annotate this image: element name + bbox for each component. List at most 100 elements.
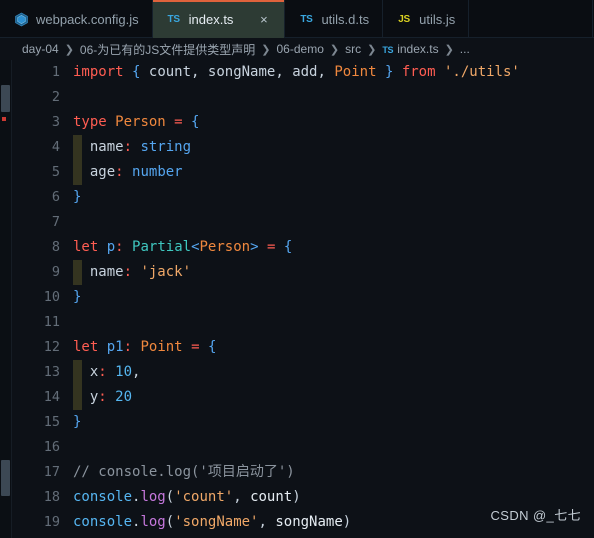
code-token: p [106, 239, 116, 255]
code-token: add [292, 64, 318, 80]
code-token: log [140, 514, 166, 530]
typescript-icon: TS [382, 42, 393, 56]
breadcrumb-item[interactable]: ... [460, 42, 470, 56]
code-line[interactable]: 13 x: 10, [12, 360, 594, 385]
code-token: } [73, 414, 82, 430]
code-line[interactable]: 7 [12, 210, 594, 235]
code-line[interactable]: 1 import { count, songName, add, Point } … [12, 60, 594, 85]
code-token: Point [334, 64, 377, 80]
line-content: type Person = { [73, 110, 199, 135]
code-line[interactable]: 17 // console.log('项目启动了') [12, 460, 594, 485]
code-token: Point [140, 339, 183, 355]
line-content: name: string [73, 135, 191, 160]
code-line[interactable]: 15} [12, 410, 594, 435]
code-token: console [73, 514, 133, 530]
javascript-icon: JS [396, 11, 412, 27]
code-line[interactable]: 9 name: 'jack' [12, 260, 594, 285]
code-token: songName [275, 514, 343, 530]
code-line[interactable]: 14 y: 20 [12, 385, 594, 410]
breadcrumb-item[interactable]: day-04 [22, 42, 59, 56]
tab-label: utils.js [419, 11, 456, 27]
code-line[interactable]: 8 let p: Partial<Person> = { [12, 235, 594, 260]
overview-ruler-mark[interactable] [1, 85, 10, 112]
code-token: Person [115, 114, 166, 130]
breadcrumb-item[interactable]: 06-为已有的JS文件提供类型声明 [80, 41, 255, 58]
code-token: 'count' [174, 489, 234, 505]
code-line[interactable]: 11 [12, 310, 594, 335]
code-lines-container[interactable]: 1 import { count, songName, add, Point } … [12, 60, 594, 538]
tab-label: utils.d.ts [321, 11, 370, 27]
editor-tab-utils-js[interactable]: JS utils.js [383, 0, 470, 38]
line-number: 3 [51, 114, 60, 130]
line-number: 5 [51, 164, 60, 180]
overview-ruler-mark[interactable] [1, 460, 10, 496]
typescript-icon: TS [298, 11, 314, 27]
code-token: , [191, 64, 208, 80]
editor-tab-utils-d-ts[interactable]: TS utils.d.ts [285, 0, 384, 38]
overview-ruler-error-marker[interactable] [2, 117, 6, 121]
code-line[interactable]: 19 console.log('songName', songName) [12, 510, 594, 535]
overview-ruler[interactable] [0, 60, 12, 538]
code-token: , [132, 364, 141, 380]
line-number: 18 [43, 489, 60, 505]
code-token: 'songName' [174, 514, 259, 530]
code-token: } [73, 189, 82, 205]
code-token: let [73, 339, 99, 355]
code-token: , [275, 64, 293, 80]
code-token: ( [165, 514, 175, 530]
code-line[interactable]: 6} [12, 185, 594, 210]
editor-tab-bar: webpack.config.js TS index.ts × TS utils.d.ts… [0, 0, 594, 38]
editor-tab-index-ts[interactable]: TS index.ts × [152, 0, 286, 38]
tab-label: index.ts [188, 11, 234, 27]
line-number: 17 [43, 464, 60, 480]
line-content: age: number [73, 160, 183, 185]
line-content: y: 20 [73, 385, 132, 410]
breadcrumb-item[interactable]: TS index.ts [382, 42, 438, 56]
breadcrumb-separator-icon: ❯ [64, 43, 74, 56]
code-token: : [123, 139, 133, 155]
breadcrumb-separator-icon: ❯ [367, 43, 377, 56]
line-number: 2 [51, 89, 60, 105]
code-line[interactable]: 5 age: number [12, 160, 594, 185]
code-editor[interactable]: 1 import { count, songName, add, Point } … [0, 60, 594, 538]
editor-tab-webpack-config-js[interactable]: webpack.config.js [0, 0, 153, 38]
code-token: { [191, 114, 200, 130]
line-number: 19 [43, 514, 60, 530]
code-token: from [401, 64, 436, 80]
code-token: count [250, 489, 293, 505]
line-number: 8 [51, 239, 60, 255]
breadcrumb-item[interactable]: src [345, 42, 361, 56]
breadcrumb-item[interactable]: 06-demo [277, 42, 324, 56]
close-icon[interactable]: × [256, 12, 271, 27]
code-line[interactable]: 2 [12, 85, 594, 110]
code-line[interactable]: 10} [12, 285, 594, 310]
javascript-badge-text: JS [398, 13, 410, 25]
code-token: : [123, 264, 133, 280]
code-line[interactable]: 12 let p1: Point = { [12, 335, 594, 360]
tab-label: webpack.config.js [36, 11, 139, 27]
line-content: console.log('songName', songName) [73, 510, 351, 535]
code-line[interactable]: 4 name: string [12, 135, 594, 160]
code-token: = [174, 114, 183, 130]
vscode-window: webpack.config.js TS index.ts × TS utils.d.ts… [0, 0, 594, 538]
line-number: 13 [43, 364, 60, 380]
code-line[interactable]: 18 console.log('count', count) [12, 485, 594, 510]
code-token: import [73, 64, 124, 80]
code-token: : [115, 239, 124, 255]
code-line[interactable]: 16 [12, 435, 594, 460]
code-token: ( [165, 489, 175, 505]
code-line[interactable]: 3 type Person = { [12, 110, 594, 135]
code-token: // console.log('项目启动了') [73, 464, 295, 480]
breadcrumb-separator-icon: ❯ [261, 43, 271, 56]
